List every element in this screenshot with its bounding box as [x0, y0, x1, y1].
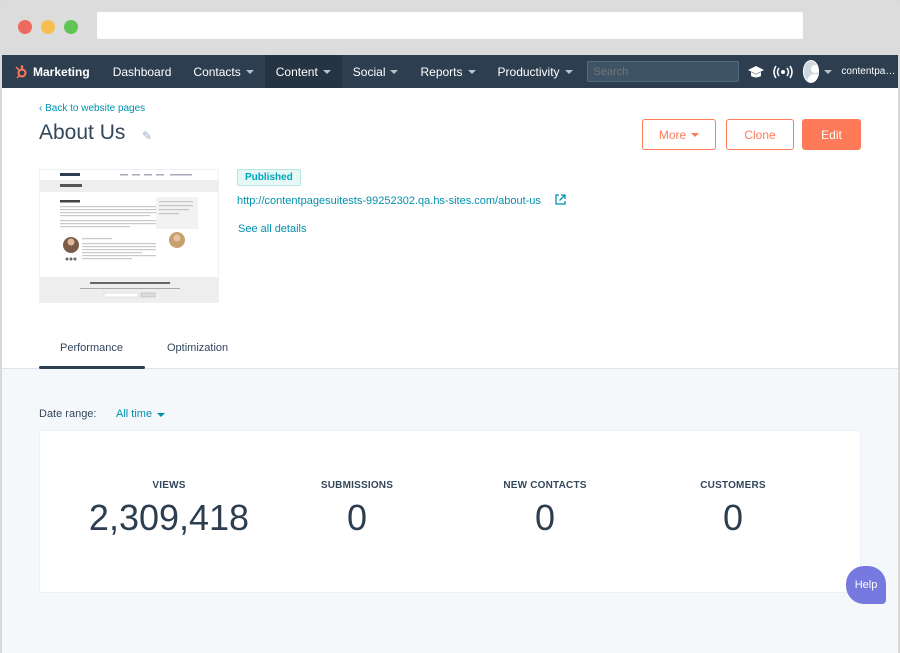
stat-value: 2,309,418 [88, 497, 250, 538]
top-nav: Marketing Dashboard Contacts Content Soc… [2, 55, 898, 88]
help-button[interactable]: Help [846, 566, 886, 604]
minimize-window-button[interactable] [41, 20, 55, 34]
brand-label: Marketing [33, 64, 90, 79]
avatar[interactable] [802, 60, 820, 83]
avatar-head [810, 65, 819, 73]
chevron-down-icon [157, 413, 166, 417]
broadcast-icon[interactable] [772, 61, 793, 83]
address-bar[interactable] [97, 12, 803, 39]
stat-new-contacts: NEW CONTACTS 0 [445, 480, 645, 539]
more-button[interactable]: More [642, 119, 716, 150]
nav-item-reports[interactable]: Reports [409, 55, 486, 88]
stat-submissions: SUBMISSIONS 0 [257, 480, 457, 539]
more-label: More [658, 127, 687, 142]
close-window-button[interactable] [18, 20, 32, 34]
tab-bar: Performance Optimization [2, 328, 898, 369]
nav-item-social[interactable]: Social [342, 55, 410, 88]
back-link[interactable]: ‹ Back to website pages [39, 103, 145, 114]
date-range-dropdown[interactable]: All time [116, 408, 166, 420]
maximize-window-button[interactable] [64, 20, 78, 34]
nav-label: Contacts [193, 64, 241, 79]
stat-views: VIEWS 2,309,418 [69, 480, 269, 539]
nav-item-productivity[interactable]: Productivity [487, 55, 584, 88]
chevron-down-icon [245, 69, 254, 74]
account-name[interactable]: contentpagesuit... [841, 66, 898, 77]
nav-label: Productivity [497, 64, 560, 79]
nav-brand[interactable]: Marketing [2, 55, 102, 88]
tab-performance[interactable]: Performance [60, 342, 123, 354]
chevron-down-icon [322, 69, 331, 74]
stats-card: VIEWS 2,309,418 SUBMISSIONS 0 NEW CONTAC… [39, 430, 861, 593]
nav-label: Reports [420, 64, 463, 79]
stat-customers: CUSTOMERS 0 [633, 480, 833, 539]
stat-label: CUSTOMERS [700, 480, 766, 491]
browser-chrome [0, 0, 900, 55]
stat-value: 0 [722, 497, 744, 538]
page-title: About Us [39, 121, 126, 144]
page-url-link[interactable]: http://contentpagesuitests-99252302.qa.h… [237, 195, 541, 207]
external-link-icon[interactable] [555, 194, 566, 208]
stat-label: SUBMISSIONS [320, 480, 394, 491]
page-content: ‹ Back to website pages About Us ✎ More … [2, 88, 898, 653]
chevron-down-icon [467, 69, 476, 74]
back-chevron-icon: ‹ [39, 103, 43, 114]
date-range-label: Date range: [39, 408, 97, 420]
nav-item-dashboard[interactable]: Dashboard [102, 55, 183, 88]
clone-button[interactable]: Clone [726, 119, 794, 150]
stat-value: 0 [346, 497, 368, 538]
edit-button[interactable]: Edit [802, 119, 861, 150]
pencil-icon[interactable]: ✎ [142, 129, 152, 143]
nav-label: Social [352, 64, 386, 79]
page-preview-thumbnail[interactable] [39, 169, 219, 303]
tab-optimization[interactable]: Optimization [167, 342, 228, 354]
chevron-down-icon [691, 132, 700, 137]
chevron-down-icon [390, 69, 399, 74]
status-badge: Published [237, 169, 301, 186]
nav-item-contacts[interactable]: Contacts [182, 55, 264, 88]
nav-label: Dashboard [112, 64, 172, 79]
back-link-label: Back to website pages [45, 103, 146, 114]
date-range-value: All time [116, 408, 153, 420]
chevron-down-icon[interactable] [824, 69, 833, 74]
stat-label: VIEWS [152, 480, 186, 491]
nav-label: Content [275, 64, 318, 79]
search-input[interactable] [586, 61, 739, 82]
thumbnail-graphic [40, 170, 218, 302]
performance-panel: Date range: All time VIEWS 2,309,418 SUB… [2, 369, 898, 653]
nav-item-content[interactable]: Content [264, 55, 342, 88]
stat-label: NEW CONTACTS [503, 480, 587, 491]
see-all-details-link[interactable]: See all details [238, 223, 307, 235]
avatar-body [806, 74, 819, 82]
chevron-down-icon [564, 69, 573, 74]
stat-value: 0 [534, 497, 556, 538]
sprocket-icon [15, 64, 27, 79]
academy-icon[interactable] [747, 61, 765, 83]
